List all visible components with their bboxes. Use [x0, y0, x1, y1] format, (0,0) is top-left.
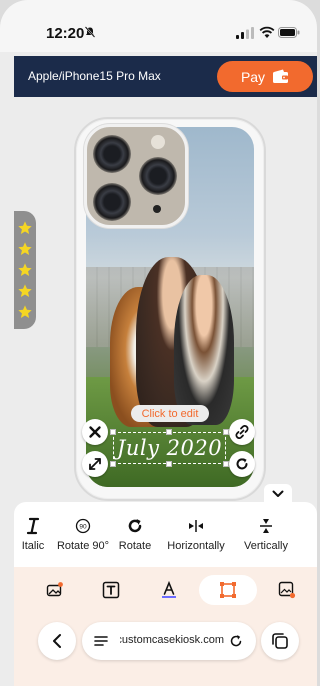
- camera-module: [84, 124, 188, 228]
- tool-label: Italic: [21, 540, 45, 552]
- tool-flip-horizontal[interactable]: Horizontally: [156, 502, 236, 567]
- browser-tabs-button[interactable]: [261, 622, 299, 660]
- status-time: 12:20: [46, 25, 85, 42]
- delete-element-button[interactable]: [82, 419, 108, 445]
- star-icon: [18, 242, 32, 255]
- image-add-icon: [46, 582, 63, 597]
- tool-flip-vertical[interactable]: Vertically: [236, 502, 296, 567]
- tool-italic[interactable]: Italic: [14, 502, 52, 567]
- status-bar: 12:20: [0, 0, 317, 52]
- star-icon: [18, 305, 32, 318]
- pay-label: Pay: [240, 68, 266, 85]
- link-copy-icon: [235, 425, 249, 439]
- tool-rotate[interactable]: Rotate: [114, 502, 156, 567]
- flip-horizontal-icon: [189, 520, 203, 532]
- camera-lens: [93, 135, 131, 173]
- camera-lens: [93, 183, 131, 221]
- menu-icon: [94, 636, 108, 646]
- device-screen: 12:20 Apple/iPhone15 Pro Max Pay Click t…: [0, 0, 317, 686]
- tool-label: Horizontally: [167, 540, 225, 552]
- camera-lidar: [153, 205, 161, 213]
- font-color-icon: [162, 581, 176, 598]
- rating-side-tab[interactable]: [14, 211, 36, 329]
- tool-label: Rotate: [118, 540, 152, 552]
- tool-label: Vertically: [243, 540, 289, 552]
- flip-vertical-icon: [260, 519, 272, 533]
- duplicate-element-button[interactable]: [229, 419, 255, 445]
- browser-address-bar[interactable]: customcasekiosk.com: [82, 622, 256, 660]
- rotate-icon: [236, 458, 248, 470]
- sticker-icon: [278, 581, 296, 599]
- scale-element-button[interactable]: [82, 451, 108, 477]
- wifi-icon: [259, 26, 275, 38]
- signal-icon: [236, 27, 254, 39]
- top-bar: Apple/iPhone15 Pro Max Pay: [14, 56, 317, 97]
- camera-lens: [139, 157, 177, 195]
- rotate-element-button[interactable]: [229, 451, 255, 477]
- collapse-panel-button[interactable]: [264, 484, 292, 504]
- text-tools-bar: Italic 90 Rotate 90° Rotate Horizontally…: [14, 502, 317, 567]
- tab-font-color[interactable]: [154, 575, 184, 605]
- custom-text-element[interactable]: July 2020: [113, 432, 226, 464]
- tabs-icon: [272, 633, 288, 649]
- rotate-90-icon: 90: [75, 518, 91, 534]
- star-icon: [18, 263, 32, 276]
- rotate-icon: [128, 519, 142, 533]
- resize-arrows-icon: [89, 458, 101, 470]
- reload-icon[interactable]: [228, 633, 244, 649]
- close-icon: [89, 426, 101, 438]
- text-box-icon: [102, 581, 120, 599]
- photo-girl: [174, 275, 234, 425]
- battery-icon: [278, 27, 300, 38]
- svg-text:90: 90: [79, 524, 87, 531]
- browser-url: customcasekiosk.com: [120, 634, 224, 646]
- frame-icon: [220, 582, 236, 598]
- click-to-edit-hint[interactable]: Click to edit: [131, 405, 209, 422]
- bottom-panel: customcasekiosk.com: [14, 567, 317, 686]
- tab-image[interactable]: [40, 575, 70, 605]
- tool-rotate-90[interactable]: 90 Rotate 90°: [52, 502, 114, 567]
- star-icon: [18, 284, 32, 297]
- pay-button[interactable]: Pay: [217, 61, 313, 92]
- camera-flash: [151, 135, 165, 149]
- tab-text[interactable]: [96, 575, 126, 605]
- browser-back-button[interactable]: [38, 622, 76, 660]
- tab-sticker[interactable]: [272, 575, 302, 605]
- bell-muted-icon: [84, 26, 96, 38]
- device-model-label: Apple/iPhone15 Pro Max: [28, 69, 161, 83]
- editor-tabs: [14, 575, 317, 605]
- tool-label: Rotate 90°: [56, 540, 110, 552]
- italic-icon: [26, 517, 40, 535]
- star-icon: [18, 221, 32, 234]
- tab-frame[interactable]: [199, 575, 257, 605]
- chevron-down-icon: [272, 490, 284, 497]
- wallet-icon: [273, 69, 289, 83]
- chevron-left-icon: [53, 634, 61, 648]
